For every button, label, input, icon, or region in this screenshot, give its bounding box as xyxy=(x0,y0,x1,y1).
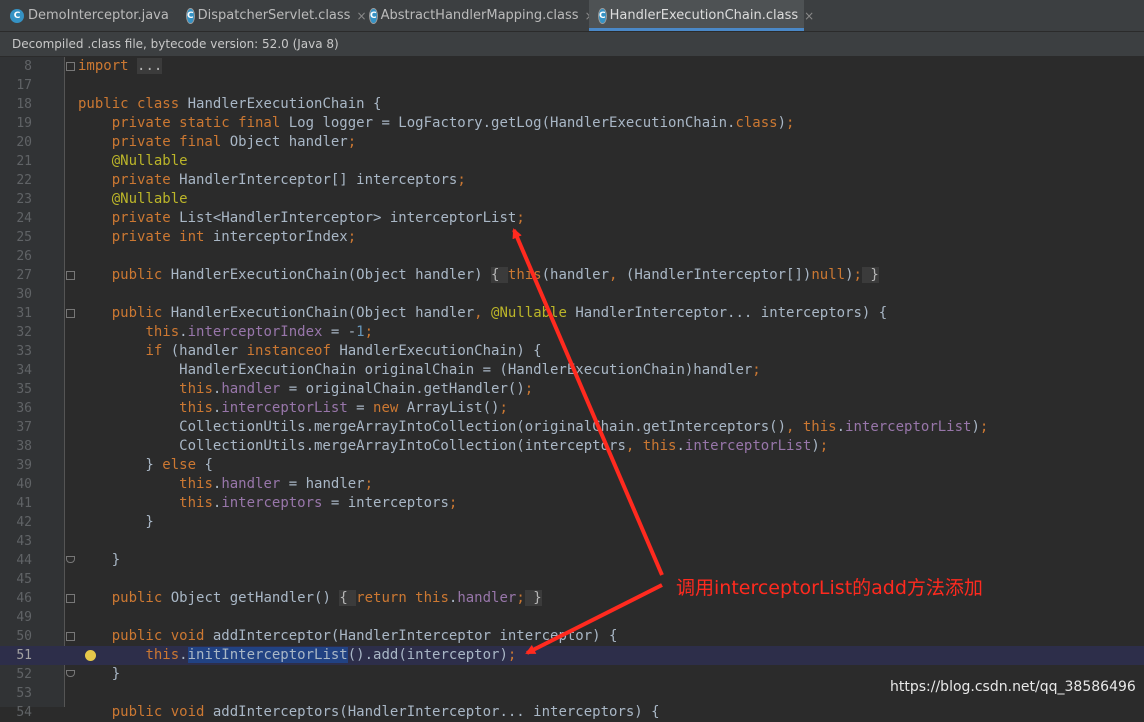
annotation-arrows xyxy=(512,228,664,655)
arrow-to-add-call xyxy=(525,583,663,655)
arrow-to-interceptor-list xyxy=(512,228,664,576)
